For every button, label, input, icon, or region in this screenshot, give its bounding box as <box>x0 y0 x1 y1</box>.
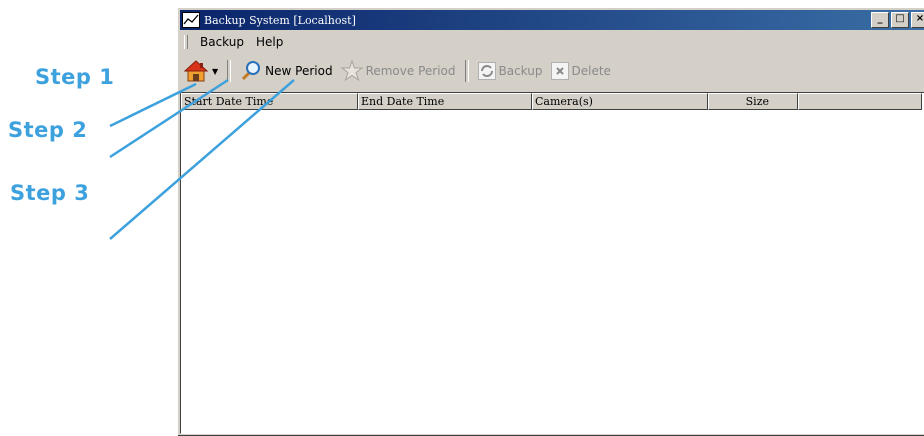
backup-label: Backup <box>498 64 543 78</box>
period-list[interactable]: Start Date Time End Date Time Camera(s) … <box>180 92 924 434</box>
backup-window: Backup System [Localhost] _ □ × Backup H… <box>177 7 924 436</box>
remove-period-label: Remove Period <box>365 64 456 78</box>
step-3-label: Step 3 <box>10 181 90 205</box>
step-2-label: Step 2 <box>8 118 88 142</box>
column-start-date-time[interactable]: Start Date Time <box>181 93 358 110</box>
new-period-label: New Period <box>265 64 333 78</box>
step-1-label: Step 1 <box>35 65 115 89</box>
column-end-date-time[interactable]: End Date Time <box>358 93 532 110</box>
title-bar[interactable]: Backup System [Localhost] _ □ × <box>180 10 924 30</box>
star-icon <box>340 60 363 82</box>
home-icon <box>184 60 208 82</box>
chevron-down-icon[interactable]: ▼ <box>212 67 218 76</box>
new-period-button[interactable]: New Period <box>236 58 336 84</box>
home-dropdown-button[interactable]: ▼ <box>180 58 222 84</box>
menu-help[interactable]: Help <box>250 35 289 49</box>
refresh-icon <box>477 62 496 80</box>
toolbar-separator <box>464 60 469 82</box>
close-icon[interactable]: × <box>911 12 924 28</box>
minimize-icon[interactable]: _ <box>871 12 889 28</box>
app-icon <box>182 12 200 28</box>
toolbar: ▼ New Period Remove Period Backup Delete <box>180 56 924 86</box>
column-size[interactable]: Size <box>708 93 798 110</box>
delete-button[interactable]: Delete <box>547 58 615 84</box>
delete-icon <box>550 62 569 80</box>
toolbar-separator <box>227 60 232 82</box>
menu-backup[interactable]: Backup <box>194 35 250 49</box>
menu-grip <box>184 35 188 49</box>
window-title: Backup System [Localhost] <box>204 13 356 27</box>
remove-period-button[interactable]: Remove Period <box>337 58 460 84</box>
menu-bar: Backup Help <box>180 32 924 52</box>
column-cameras[interactable]: Camera(s) <box>532 93 708 110</box>
list-header: Start Date Time End Date Time Camera(s) … <box>181 93 924 110</box>
column-filler <box>798 93 922 110</box>
maximize-icon[interactable]: □ <box>891 12 909 28</box>
backup-button[interactable]: Backup <box>474 58 547 84</box>
search-icon <box>242 61 261 81</box>
delete-label: Delete <box>571 64 611 78</box>
